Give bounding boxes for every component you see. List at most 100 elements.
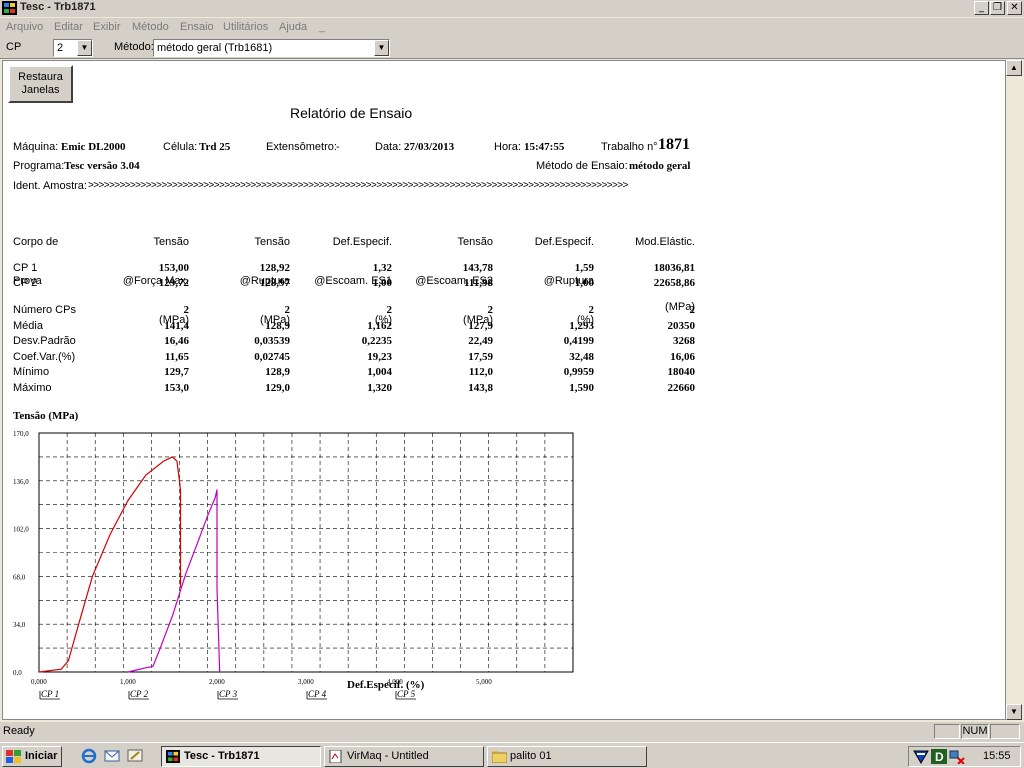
menu-arquivo[interactable]: Arquivo [6, 21, 43, 33]
hora-value: 15:47:55 [524, 141, 565, 153]
menu-bar: Arquivo Editar Exibir Método Ensaio Util… [0, 18, 1024, 37]
chevron-down-icon[interactable]: ▼ [77, 40, 92, 56]
y-tick-label: 102,0 [13, 526, 29, 534]
start-label: Iniciar [25, 750, 58, 762]
restore-window-button[interactable]: ❐ [990, 1, 1005, 15]
restaura-janelas-button[interactable]: Restaura Janelas [8, 65, 73, 103]
restaura-janelas-line1: Restaura [18, 71, 63, 83]
network-disconnected-icon[interactable] [949, 749, 965, 764]
extensometro-label: Extensômetro: [266, 141, 337, 153]
metodo-ensaio-label: Método de Ensaio: [536, 160, 628, 172]
stats-row-cell: 11,65 [164, 350, 189, 363]
menu-ajuda[interactable]: Ajuda [279, 21, 307, 33]
taskbar-label-virmaq: VirMaq - Untitled [347, 750, 429, 762]
legend-entry: CP 3 [219, 689, 238, 699]
stats-row-cell: 1,162 [367, 319, 392, 332]
legend-entry: CP 4 [308, 689, 327, 699]
stats-row-cell: 2 [386, 304, 393, 316]
status-panel-empty [934, 724, 960, 739]
scroll-up-button[interactable]: ▲ [1006, 60, 1022, 76]
x-tick-label: 2,000 [209, 678, 225, 686]
folder-icon [492, 751, 507, 763]
d-tray-icon[interactable]: D [931, 749, 947, 764]
amostra-label: Ident. Amostra: [13, 180, 87, 192]
table-row-cell: 1,32 [372, 262, 392, 274]
y-tick-label: 34,0 [13, 621, 26, 629]
stats-row-cell: 19,23 [367, 350, 392, 363]
svg-text:D: D [935, 750, 944, 764]
scroll-down-button[interactable]: ▼ [1006, 704, 1022, 720]
metodo-ensaio-value: método geral [629, 160, 691, 172]
chevron-down-icon[interactable]: ▼ [374, 40, 389, 56]
stats-row-cell: 0,2235 [361, 335, 392, 347]
status-num: NUM [961, 724, 989, 739]
stats-row-cell: 1,004 [367, 366, 392, 378]
stats-row-label: Coef.Var.(%) [13, 350, 76, 363]
menu-ensaio[interactable]: Ensaio [180, 21, 214, 33]
clock: 15:55 [983, 750, 1011, 762]
x-tick-label: 0,000 [31, 678, 47, 686]
menu-exibir[interactable]: Exibir [93, 21, 121, 33]
stats-row-cell: 129,0 [265, 381, 290, 394]
start-button[interactable]: Iniciar [2, 746, 62, 767]
close-button[interactable]: ✕ [1007, 1, 1022, 15]
report-page: Restaura Janelas Relatório de Ensaio Máq… [2, 60, 1006, 720]
stats-row-cell: 17,59 [468, 350, 493, 363]
stats-row-label: Desv.Padrão [13, 335, 76, 347]
metodo-select[interactable]: método geral (Trb1681) ▼ [153, 39, 390, 57]
stats-row-cell: 129,7 [164, 366, 189, 378]
cp-label: CP [6, 41, 22, 53]
antivirus-tray-icon[interactable] [913, 749, 929, 764]
menu-extra[interactable]: _ [319, 21, 325, 33]
window-title: Tesc - Trb1871 [20, 1, 96, 13]
stats-row-label: Máximo [13, 381, 52, 394]
app-icon [2, 1, 17, 15]
taskbar-button-tesc[interactable]: Tesc - Trb1871 [161, 746, 321, 767]
table-row-cell: 111,98 [463, 277, 493, 289]
vertical-scrollbar[interactable]: ▲ ▼ [1006, 60, 1022, 720]
hora-label: Hora: [494, 141, 521, 153]
stats-row-cell: 2 [487, 304, 494, 316]
title-bar[interactable]: Tesc - Trb1871 _ ❐ ✕ [0, 0, 1024, 17]
taskbar-button-virmaq[interactable]: VirMaq - Untitled [324, 746, 484, 767]
legend-entry: CP 1 [41, 689, 59, 699]
stats-row-cell: 2 [689, 304, 696, 316]
y-tick-label: 136,0 [13, 478, 29, 486]
menu-utilitarios[interactable]: Utilitários [223, 21, 268, 33]
menu-editar[interactable]: Editar [54, 21, 83, 33]
y-tick-label: 0,0 [13, 669, 22, 677]
show-desktop-icon[interactable] [127, 748, 143, 764]
stats-row-cell: 20350 [667, 319, 696, 332]
stats-row-cell: 127,9 [468, 319, 493, 332]
menu-metodo[interactable]: Método [132, 21, 169, 33]
stats-row-cell: 16,06 [670, 350, 695, 363]
stats-row-cell: 2 [183, 304, 190, 316]
toolbar: CP 2 ▼ Método: método geral (Trb1681) ▼ [0, 37, 1024, 59]
stats-row-cell: 0,02745 [254, 350, 290, 363]
taskbar-button-palito[interactable]: palito 01 [487, 746, 647, 767]
legend-entry: CP 2 [130, 689, 149, 699]
cp-select[interactable]: 2 ▼ [53, 39, 93, 57]
legend-entry: CP 5 [397, 689, 416, 699]
status-ready: Ready [3, 725, 35, 737]
stats-row-cell: 22660 [667, 381, 696, 394]
cp-select-value: 2 [57, 42, 64, 54]
metodo-label: Método: [114, 41, 154, 53]
maquina-value: Emic DL2000 [61, 141, 126, 153]
stats-row-cell: 128,9 [265, 366, 290, 378]
maquina-label: Máquina: [13, 141, 59, 153]
table-row-cell: 1,00 [372, 277, 392, 289]
programa-value: Tesc versão 3.04 [64, 160, 140, 172]
stats-row-cell: 3268 [673, 335, 695, 347]
internet-explorer-icon[interactable] [81, 748, 97, 764]
stats-row-cell: 0,9959 [563, 366, 594, 378]
virmaq-app-icon [329, 750, 342, 763]
table-row-label: CP 2 [13, 277, 38, 289]
table-row-cell: 1,00 [574, 277, 594, 289]
tensao-deformacao-chart: Tensão (MPa) 0,0 34,0 68,0 102,0 136,0 170,0 0,… [13, 410, 574, 700]
minimize-button[interactable]: _ [974, 1, 989, 15]
data-value: 27/03/2013 [404, 141, 455, 153]
table-row-cell: 18036,81 [653, 262, 695, 274]
outlook-express-icon[interactable] [104, 748, 120, 764]
table-row-cell: 1,59 [574, 262, 594, 274]
